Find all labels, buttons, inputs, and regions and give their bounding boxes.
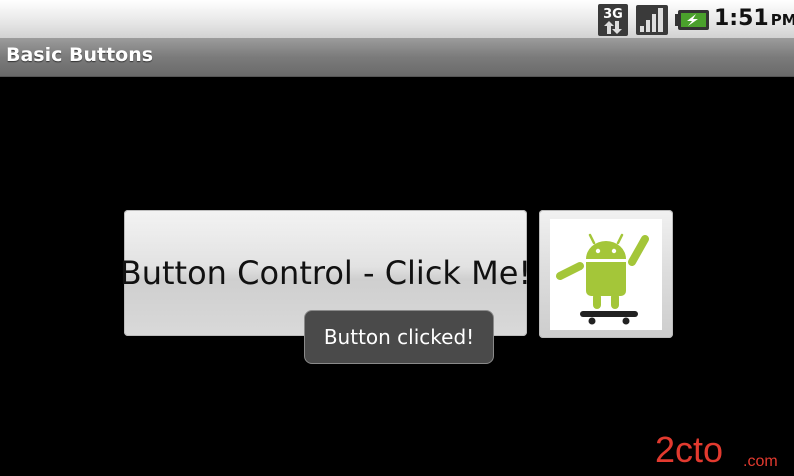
clock-time: 1:51: [714, 6, 769, 31]
image-button-picture: [550, 219, 662, 330]
network-type-label: 3G: [603, 7, 623, 22]
signal-strength-icon: [636, 5, 668, 35]
toast-text: Button clicked!: [323, 325, 475, 349]
button-control-label: Button Control - Click Me!: [119, 254, 532, 292]
toast-message: Button clicked!: [304, 310, 494, 364]
status-bar: 3G 1:51 PM: [0, 0, 794, 38]
app-title: Basic Buttons: [6, 44, 154, 66]
watermark-suffix: .com: [743, 453, 778, 470]
title-bar: Basic Buttons: [0, 38, 794, 77]
watermark-text: 2cto: [655, 430, 723, 470]
clock: 1:51 PM: [714, 6, 794, 31]
android-skateboard-icon: [556, 233, 649, 325]
clock-ampm: PM: [770, 11, 794, 29]
battery-charging-icon: [675, 10, 709, 30]
watermark-logo: 2cto .com: [655, 430, 778, 470]
3g-data-icon: 3G: [598, 4, 628, 36]
image-button[interactable]: [539, 210, 673, 338]
